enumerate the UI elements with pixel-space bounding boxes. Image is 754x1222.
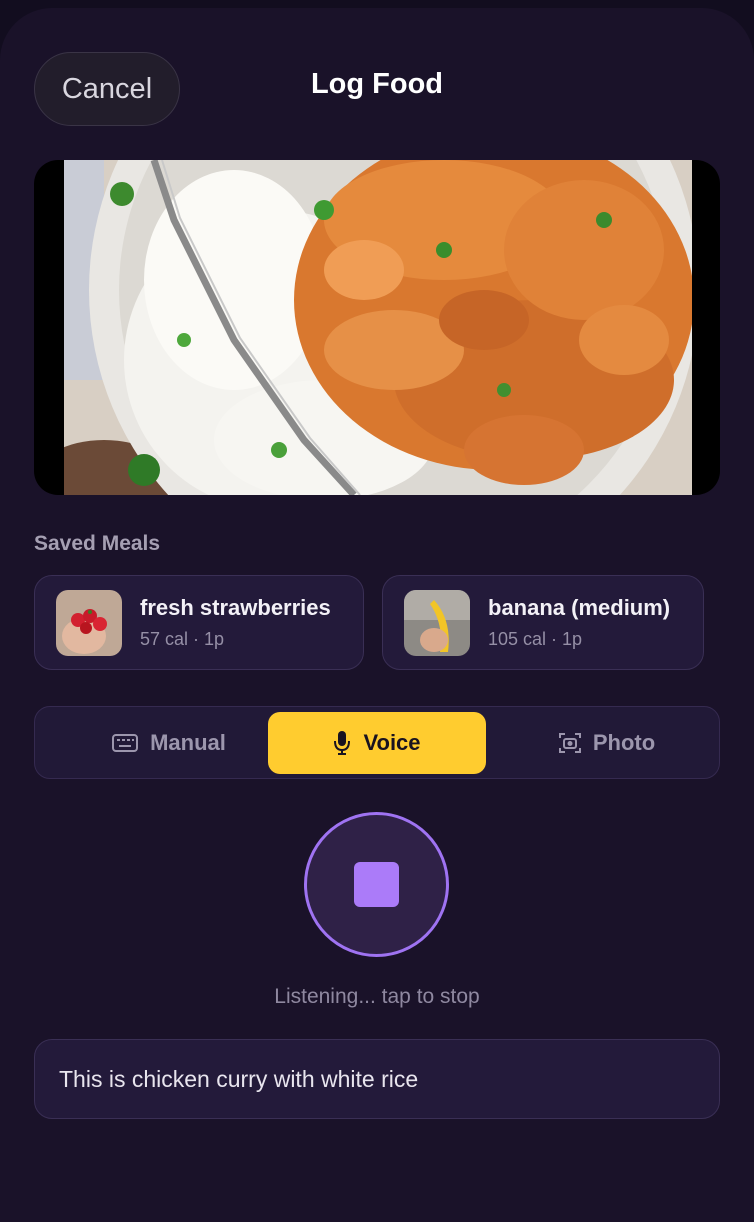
saved-meals-label: Saved Meals xyxy=(34,532,161,555)
log-food-sheet: Cancel Log Food Saved Meals fresh strawb… xyxy=(0,8,754,1222)
page-title: Log Food xyxy=(310,68,444,100)
voice-transcript-field[interactable]: This is chicken curry with white rice xyxy=(34,1039,720,1119)
transcript-text: This is chicken curry with white rice xyxy=(59,1065,419,1092)
saved-meal-meta: 105 cal · 1p xyxy=(488,629,583,649)
mode-manual-tab[interactable]: Manual xyxy=(60,712,278,774)
banana-thumbnail xyxy=(404,589,470,656)
keyboard-icon xyxy=(112,734,139,752)
stop-recording-button[interactable] xyxy=(304,812,449,957)
mode-photo-tab[interactable]: Photo xyxy=(498,712,716,774)
mode-voice-tab[interactable]: Voice xyxy=(268,712,486,774)
saved-meal-name: banana (medium) xyxy=(488,595,671,620)
mode-label: Manual xyxy=(150,730,226,755)
microphone-icon xyxy=(334,731,351,755)
input-mode-segmented-control: Manual Voice Photo xyxy=(34,706,720,779)
saved-meal-meta: 57 cal · 1p xyxy=(140,629,225,649)
recording-status: Listening... tap to stop xyxy=(274,985,480,1008)
curry-rice-image xyxy=(64,160,692,495)
saved-meal-card[interactable]: fresh strawberries 57 cal · 1p xyxy=(34,575,364,670)
mode-label: Voice xyxy=(363,730,421,755)
saved-meal-name: fresh strawberries xyxy=(140,595,331,620)
camera-icon xyxy=(558,733,581,753)
food-photo xyxy=(34,160,720,495)
strawberry-thumbnail xyxy=(56,589,122,656)
mode-label: Photo xyxy=(592,730,656,755)
saved-meal-card[interactable]: banana (medium) 105 cal · 1p xyxy=(382,575,704,670)
stop-icon xyxy=(354,862,399,907)
